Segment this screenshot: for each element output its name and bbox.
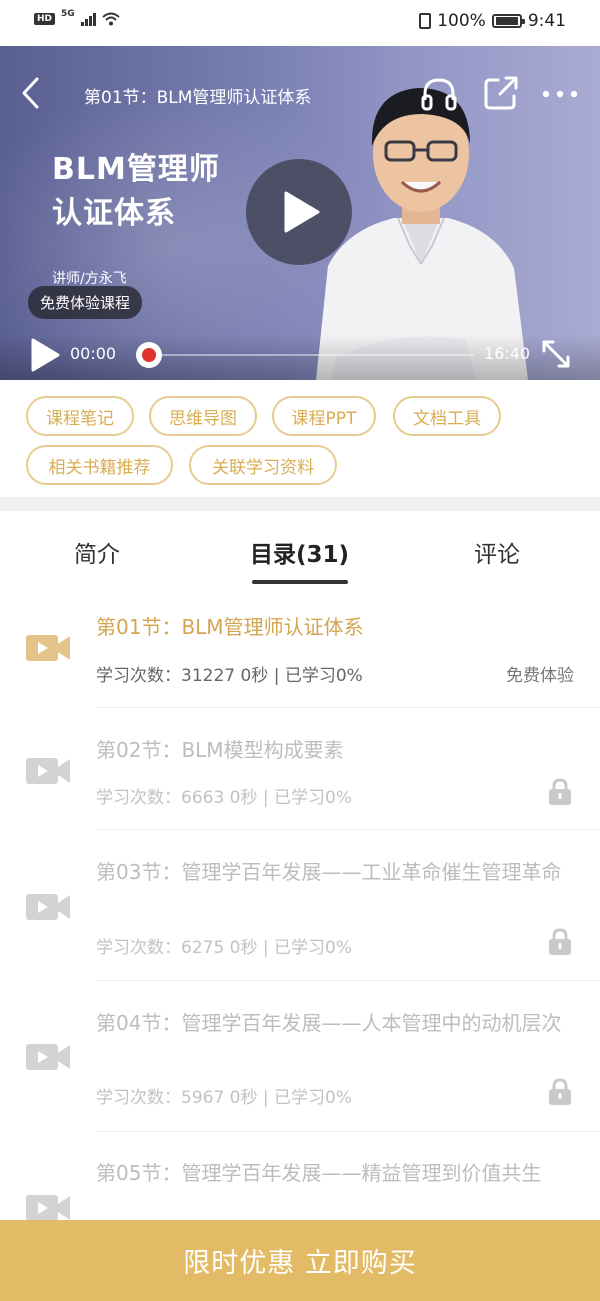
lock-icon [549, 1078, 571, 1105]
play-button[interactable] [246, 159, 352, 265]
lesson-title: 第03节：管理学百年发展——工业革命催生管理革命 [96, 860, 562, 884]
lesson-title: 第04节：管理学百年发展——人本管理中的动机层次 [96, 1011, 562, 1035]
progress-bar[interactable] [162, 354, 474, 356]
status-left: HD 5G [34, 9, 120, 26]
lesson-title: 第02节：BLM模型构成要素 [96, 738, 344, 762]
lesson-meta: 学习次数：5967 0秒 | 已学习0% [96, 1088, 352, 1108]
play-icon [284, 191, 320, 233]
course-teacher: 讲师/方永飞 [52, 271, 127, 287]
video-camera-icon [26, 894, 70, 920]
status-bar: HD 5G 100% 9:41 [0, 0, 600, 46]
lesson-meta: 学习次数：6663 0秒 | 已学习0% [96, 788, 352, 808]
player-controls: 00:00 16:40 [0, 334, 600, 380]
tag-doc-tools[interactable]: 文档工具 [393, 396, 501, 436]
trial-badge: 免费体验课程 [28, 286, 143, 319]
lesson-title: 第05节：管理学百年发展——精益管理到价值共生 [96, 1161, 542, 1185]
lock-icon [549, 928, 571, 955]
lesson-meta: 学习次数：6275 0秒 | 已学习0% [96, 938, 352, 958]
video-camera-icon [26, 758, 70, 784]
buy-now-label: 限时优惠 立即购买 [183, 1248, 417, 1279]
tag-course-ppt[interactable]: 课程PPT [272, 396, 376, 436]
tag-related-books[interactable]: 相关书籍推荐 [26, 445, 173, 485]
lesson-meta: 学习次数：31227 0秒 | 已学习0% [96, 666, 363, 686]
total-time: 16:40 [484, 344, 531, 363]
course-name-line2: 认证体系 [52, 196, 176, 231]
buy-now-button[interactable]: 限时优惠 立即购买 [0, 1220, 600, 1301]
tag-course-notes[interactable]: 课程笔记 [26, 396, 134, 436]
lesson-title: 第01节：BLM管理师认证体系 [96, 615, 364, 639]
signal-icon [80, 12, 96, 26]
headphone-icon[interactable] [420, 76, 458, 112]
lesson-free-trial: 免费体验 [506, 666, 574, 686]
lock-icon [549, 778, 571, 805]
video-camera-icon [26, 635, 70, 661]
share-icon[interactable] [482, 74, 520, 112]
fullscreen-icon[interactable] [540, 338, 572, 370]
current-time: 00:00 [70, 344, 117, 363]
course-name-line1: BLM管理师 [52, 152, 220, 187]
section-divider [0, 497, 600, 511]
tab-intro[interactable]: 简介 [74, 535, 120, 569]
battery-icon [491, 14, 525, 28]
tag-mind-map[interactable]: 思维导图 [149, 396, 257, 436]
tag-learning-materials[interactable]: 关联学习资料 [189, 445, 337, 485]
clock: 9:41 [527, 11, 566, 31]
play-small-icon[interactable] [30, 338, 60, 372]
back-icon[interactable] [18, 76, 44, 110]
wifi-icon [102, 12, 120, 26]
more-icon[interactable] [542, 90, 578, 98]
vibrate-icon [419, 13, 432, 29]
network-type: 5G [61, 9, 75, 19]
video-camera-icon [26, 1044, 70, 1070]
video-camera-icon [26, 1195, 70, 1221]
tab-catalog[interactable]: 目录(31) [250, 535, 349, 569]
hd-badge: HD [34, 13, 56, 25]
video-title: 第01节：BLM管理师认证体系 [84, 88, 312, 108]
battery-percent: 100% [437, 11, 486, 31]
status-right: 100% 9:41 [419, 11, 566, 31]
record-icon[interactable] [136, 342, 162, 368]
tab-comments[interactable]: 评论 [474, 535, 520, 569]
video-player[interactable]: 第01节：BLM管理师认证体系 BLM管理师 认证体系 讲师/方永飞 免费体验课… [0, 46, 600, 380]
course-name: BLM管理师 认证体系 [52, 148, 220, 236]
tab-bar: 简介 目录(31) 评论 [0, 511, 600, 587]
tab-active-indicator [252, 580, 348, 584]
